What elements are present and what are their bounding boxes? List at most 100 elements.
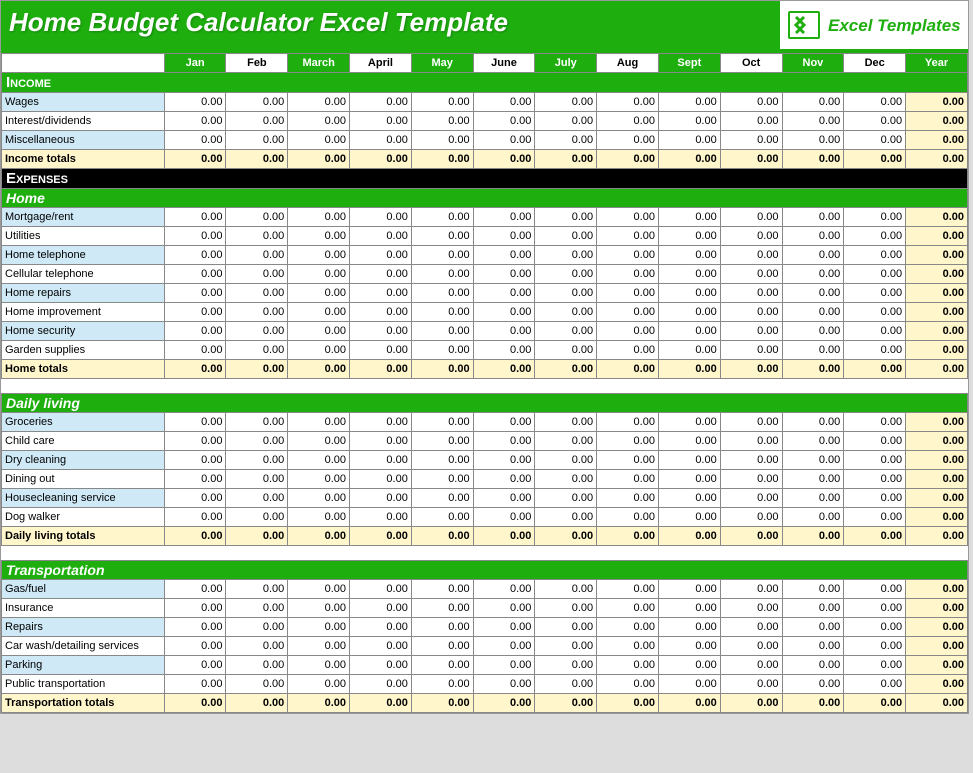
cell-value[interactable]: 0.00	[535, 112, 597, 131]
cell-value[interactable]: 0.00	[411, 675, 473, 694]
cell-value[interactable]: 0.00	[164, 246, 226, 265]
cell-value[interactable]: 0.00	[411, 470, 473, 489]
cell-value[interactable]: 0.00	[720, 246, 782, 265]
cell-value[interactable]: 0.00	[844, 618, 906, 637]
cell-value[interactable]: 0.00	[658, 303, 720, 322]
cell-value[interactable]: 0.00	[720, 112, 782, 131]
cell-value[interactable]: 0.00	[473, 284, 535, 303]
cell-value[interactable]: 0.00	[597, 93, 659, 112]
cell-value[interactable]: 0.00	[720, 131, 782, 150]
cell-value[interactable]: 0.00	[226, 580, 288, 599]
cell-value[interactable]: 0.00	[658, 508, 720, 527]
cell-value[interactable]: 0.00	[597, 413, 659, 432]
cell-value[interactable]: 0.00	[164, 265, 226, 284]
cell-value[interactable]: 0.00	[844, 265, 906, 284]
cell-value[interactable]: 0.00	[720, 432, 782, 451]
cell-value[interactable]: 0.00	[658, 93, 720, 112]
cell-value[interactable]: 0.00	[350, 432, 412, 451]
cell-value[interactable]: 0.00	[226, 322, 288, 341]
cell-value[interactable]: 0.00	[350, 451, 412, 470]
cell-value[interactable]: 0.00	[844, 637, 906, 656]
cell-value[interactable]: 0.00	[535, 265, 597, 284]
cell-value[interactable]: 0.00	[226, 208, 288, 227]
cell-value[interactable]: 0.00	[844, 341, 906, 360]
cell-value[interactable]: 0.00	[226, 675, 288, 694]
cell-value[interactable]: 0.00	[411, 637, 473, 656]
cell-value[interactable]: 0.00	[720, 618, 782, 637]
cell-value[interactable]: 0.00	[535, 432, 597, 451]
cell-value[interactable]: 0.00	[350, 246, 412, 265]
cell-value[interactable]: 0.00	[658, 208, 720, 227]
row-label[interactable]: Mortgage/rent	[2, 208, 165, 227]
cell-value[interactable]: 0.00	[350, 265, 412, 284]
cell-value[interactable]: 0.00	[288, 208, 350, 227]
cell-value[interactable]: 0.00	[288, 227, 350, 246]
row-label[interactable]: Home improvement	[2, 303, 165, 322]
cell-value[interactable]: 0.00	[226, 489, 288, 508]
cell-value[interactable]: 0.00	[350, 618, 412, 637]
cell-value[interactable]: 0.00	[350, 131, 412, 150]
cell-value[interactable]: 0.00	[535, 413, 597, 432]
cell-value[interactable]: 0.00	[658, 131, 720, 150]
cell-value[interactable]: 0.00	[844, 508, 906, 527]
cell-value[interactable]: 0.00	[288, 341, 350, 360]
cell-value[interactable]: 0.00	[473, 322, 535, 341]
cell-value[interactable]: 0.00	[350, 580, 412, 599]
cell-value[interactable]: 0.00	[350, 284, 412, 303]
cell-value[interactable]: 0.00	[288, 112, 350, 131]
cell-value[interactable]: 0.00	[658, 637, 720, 656]
row-label[interactable]: Repairs	[2, 618, 165, 637]
cell-value[interactable]: 0.00	[658, 112, 720, 131]
cell-value[interactable]: 0.00	[535, 637, 597, 656]
cell-value[interactable]: 0.00	[782, 93, 844, 112]
cell-value[interactable]: 0.00	[473, 618, 535, 637]
cell-value[interactable]: 0.00	[658, 599, 720, 618]
cell-value[interactable]: 0.00	[226, 112, 288, 131]
row-label[interactable]: Garden supplies	[2, 341, 165, 360]
row-label[interactable]: Gas/fuel	[2, 580, 165, 599]
cell-value[interactable]: 0.00	[844, 656, 906, 675]
cell-value[interactable]: 0.00	[720, 580, 782, 599]
cell-value[interactable]: 0.00	[535, 131, 597, 150]
cell-value[interactable]: 0.00	[473, 470, 535, 489]
cell-value[interactable]: 0.00	[473, 675, 535, 694]
cell-value[interactable]: 0.00	[288, 432, 350, 451]
cell-value[interactable]: 0.00	[473, 265, 535, 284]
cell-value[interactable]: 0.00	[720, 284, 782, 303]
cell-value[interactable]: 0.00	[411, 413, 473, 432]
cell-value[interactable]: 0.00	[782, 451, 844, 470]
cell-value[interactable]: 0.00	[350, 341, 412, 360]
cell-value[interactable]: 0.00	[658, 675, 720, 694]
row-label[interactable]: Child care	[2, 432, 165, 451]
cell-value[interactable]: 0.00	[597, 580, 659, 599]
cell-value[interactable]: 0.00	[473, 432, 535, 451]
row-label[interactable]: Wages	[2, 93, 165, 112]
cell-value[interactable]: 0.00	[350, 656, 412, 675]
cell-value[interactable]: 0.00	[658, 227, 720, 246]
cell-value[interactable]: 0.00	[288, 618, 350, 637]
cell-value[interactable]: 0.00	[226, 341, 288, 360]
cell-value[interactable]: 0.00	[473, 227, 535, 246]
row-label[interactable]: Groceries	[2, 413, 165, 432]
cell-value[interactable]: 0.00	[782, 322, 844, 341]
cell-value[interactable]: 0.00	[411, 112, 473, 131]
cell-value[interactable]: 0.00	[597, 432, 659, 451]
cell-value[interactable]: 0.00	[288, 413, 350, 432]
cell-value[interactable]: 0.00	[844, 432, 906, 451]
cell-value[interactable]: 0.00	[411, 599, 473, 618]
row-label[interactable]: Cellular telephone	[2, 265, 165, 284]
cell-value[interactable]: 0.00	[473, 489, 535, 508]
cell-value[interactable]: 0.00	[473, 131, 535, 150]
cell-value[interactable]: 0.00	[411, 131, 473, 150]
cell-value[interactable]: 0.00	[411, 580, 473, 599]
row-label[interactable]: Miscellaneous	[2, 131, 165, 150]
cell-value[interactable]: 0.00	[473, 303, 535, 322]
row-label[interactable]: Home security	[2, 322, 165, 341]
cell-value[interactable]: 0.00	[164, 637, 226, 656]
cell-value[interactable]: 0.00	[844, 322, 906, 341]
cell-value[interactable]: 0.00	[288, 451, 350, 470]
cell-value[interactable]: 0.00	[226, 432, 288, 451]
cell-value[interactable]: 0.00	[658, 284, 720, 303]
cell-value[interactable]: 0.00	[720, 451, 782, 470]
cell-value[interactable]: 0.00	[350, 93, 412, 112]
